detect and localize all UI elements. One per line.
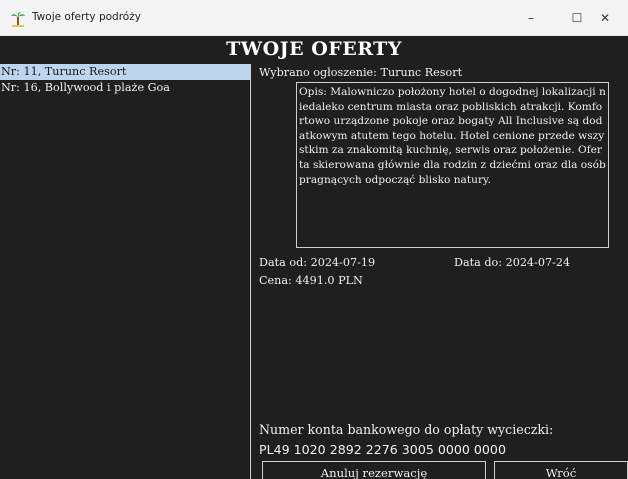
window-title: Twoje oferty podróży xyxy=(32,11,141,23)
list-item[interactable]: Nr: 11, Turunc Resort xyxy=(0,64,250,80)
offers-list[interactable]: Nr: 11, Turunc Resort Nr: 16, Bollywood … xyxy=(0,64,251,479)
offer-details: Wybrano ogłoszenie: Turunc Resort Opis: … xyxy=(259,64,628,479)
date-from-label: Data od: 2024-07-19 xyxy=(259,256,376,269)
close-icon[interactable]: ✕ xyxy=(582,0,628,36)
list-item[interactable]: Nr: 16, Bollywood i plaże Goa xyxy=(0,80,250,96)
app-main: TWOJE OFERTY Nr: 11, Turunc Resort Nr: 1… xyxy=(0,36,628,479)
description-textbox[interactable]: Opis: Malowniczo położony hotel o dogodn… xyxy=(296,82,609,248)
cancel-reservation-button[interactable]: Anuluj rezerwację xyxy=(262,461,486,479)
window-titlebar: Twoje oferty podróży – ☐ ✕ xyxy=(0,0,628,36)
selected-offer-label: Wybrano ogłoszenie: Turunc Resort xyxy=(259,66,463,79)
account-label: Numer konta bankowego do opłaty wycieczk… xyxy=(259,422,554,437)
back-button[interactable]: Wróć xyxy=(494,461,628,479)
account-number: PL49 1020 2892 2276 3005 0000 0000 xyxy=(259,442,506,457)
price-label: Cena: 4491.0 PLN xyxy=(259,274,363,287)
page-title: TWOJE OFERTY xyxy=(226,38,402,60)
palm-tree-icon xyxy=(10,11,26,27)
minimize-icon[interactable]: – xyxy=(508,0,554,36)
date-to-label: Data do: 2024-07-24 xyxy=(454,256,571,269)
